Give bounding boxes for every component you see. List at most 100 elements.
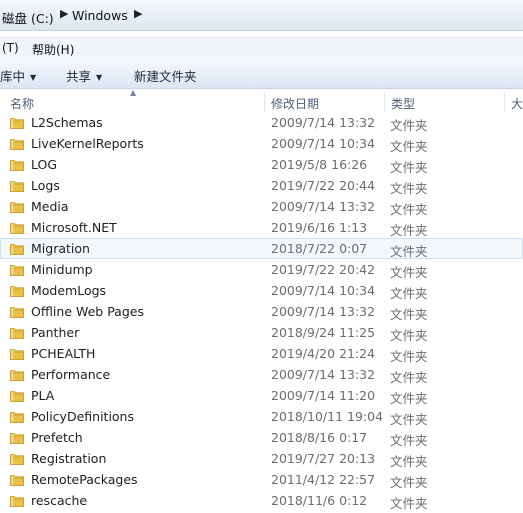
- include-in-library-button[interactable]: 库中 ▼: [0, 66, 36, 85]
- file-type: 文件夹: [390, 244, 428, 259]
- column-name-header[interactable]: 名称: [10, 95, 34, 112]
- file-row[interactable]: LiveKernelReports 2009/7/14 10:34 文件夹: [0, 133, 523, 154]
- file-modified-date: 2018/8/16 0:17: [271, 430, 368, 445]
- file-row[interactable]: L2Schemas 2009/7/14 13:32 文件夹: [0, 112, 523, 133]
- column-size-header[interactable]: 大: [511, 95, 523, 112]
- file-name[interactable]: Media: [31, 199, 69, 214]
- folder-icon: [10, 307, 24, 318]
- breadcrumb-drive[interactable]: 磁盘 (C:): [2, 8, 54, 27]
- folder-icon: [10, 202, 24, 213]
- file-name[interactable]: ModemLogs: [31, 283, 106, 298]
- file-modified-date: 2019/5/8 16:26: [271, 157, 368, 172]
- folder-icon: [10, 265, 24, 276]
- file-row[interactable]: Performance 2009/7/14 13:32 文件夹: [0, 364, 523, 385]
- file-row[interactable]: RemotePackages 2011/4/12 22:57 文件夹: [0, 469, 523, 490]
- file-type: 文件夹: [390, 307, 428, 322]
- column-header: ▲ 名称 修改日期 类型 大: [0, 88, 523, 112]
- chevron-down-icon: ▼: [96, 73, 103, 82]
- file-modified-date: 2018/7/22 0:07: [271, 241, 368, 256]
- breadcrumb-chevron-icon[interactable]: ▶: [134, 7, 142, 20]
- file-type: 文件夹: [390, 181, 428, 196]
- file-row[interactable]: Microsoft.NET 2019/6/16 1:13 文件夹: [0, 217, 523, 238]
- file-name[interactable]: Panther: [31, 325, 79, 340]
- file-name[interactable]: Logs: [31, 178, 60, 193]
- file-type: 文件夹: [390, 454, 428, 469]
- file-type: 文件夹: [390, 391, 428, 406]
- file-modified-date: 2011/4/12 22:57: [271, 472, 376, 487]
- breadcrumb-windows[interactable]: Windows: [72, 8, 128, 23]
- file-row[interactable]: Media 2009/7/14 13:32 文件夹: [0, 196, 523, 217]
- folder-icon: [10, 223, 24, 234]
- address-bar[interactable]: 磁盘 (C:) ▶ Windows ▶: [0, 0, 523, 31]
- file-name[interactable]: RemotePackages: [31, 472, 138, 487]
- file-name[interactable]: Performance: [31, 367, 110, 382]
- folder-icon: [10, 349, 24, 360]
- share-button[interactable]: 共享 ▼: [66, 66, 102, 85]
- file-modified-date: 2019/4/20 21:24: [271, 346, 376, 361]
- file-modified-date: 2018/11/6 0:12: [271, 493, 368, 508]
- file-modified-date: 2018/9/24 11:25: [271, 325, 376, 340]
- folder-icon: [10, 286, 24, 297]
- file-row[interactable]: LOG 2019/5/8 16:26 文件夹: [0, 154, 523, 175]
- file-name[interactable]: PolicyDefinitions: [31, 409, 134, 424]
- file-modified-date: 2019/7/27 20:13: [271, 451, 376, 466]
- file-name[interactable]: Offline Web Pages: [31, 304, 144, 319]
- file-row[interactable]: Migration 2018/7/22 0:07 文件夹: [0, 238, 523, 259]
- folder-icon: [10, 433, 24, 444]
- file-name[interactable]: LiveKernelReports: [31, 136, 144, 151]
- folder-icon: [10, 244, 24, 255]
- file-type: 文件夹: [390, 118, 428, 133]
- file-name[interactable]: Registration: [31, 451, 106, 466]
- sort-ascending-icon: ▲: [130, 88, 137, 97]
- file-type: 文件夹: [390, 328, 428, 343]
- column-type-header[interactable]: 类型: [391, 95, 415, 112]
- column-divider[interactable]: [264, 92, 265, 112]
- file-row[interactable]: Minidump 2019/7/22 20:42 文件夹: [0, 259, 523, 280]
- file-type: 文件夹: [390, 265, 428, 280]
- menu-tools[interactable]: (T): [2, 41, 19, 55]
- file-row[interactable]: Registration 2019/7/27 20:13 文件夹: [0, 448, 523, 469]
- file-name[interactable]: Microsoft.NET: [31, 220, 117, 235]
- file-type: 文件夹: [390, 139, 428, 154]
- file-name[interactable]: rescache: [31, 493, 87, 508]
- file-row[interactable]: rescache 2018/11/6 0:12 文件夹: [0, 490, 523, 511]
- folder-icon: [10, 160, 24, 171]
- file-name[interactable]: PCHEALTH: [31, 346, 95, 361]
- menu-help[interactable]: 帮助(H): [32, 41, 74, 58]
- file-row[interactable]: PCHEALTH 2019/4/20 21:24 文件夹: [0, 343, 523, 364]
- file-row[interactable]: Prefetch 2018/8/16 0:17 文件夹: [0, 427, 523, 448]
- folder-icon: [10, 391, 24, 402]
- share-label: 共享: [66, 69, 92, 84]
- file-name[interactable]: LOG: [31, 157, 57, 172]
- folder-icon: [10, 370, 24, 381]
- chevron-down-icon: ▼: [30, 73, 37, 82]
- file-row[interactable]: Logs 2019/7/22 20:44 文件夹: [0, 175, 523, 196]
- file-name[interactable]: Prefetch: [31, 430, 83, 445]
- file-name[interactable]: Migration: [31, 241, 90, 256]
- column-divider[interactable]: [504, 92, 505, 112]
- file-type: 文件夹: [390, 412, 428, 427]
- file-row[interactable]: ModemLogs 2009/7/14 10:34 文件夹: [0, 280, 523, 301]
- file-name[interactable]: PLA: [31, 388, 54, 403]
- file-list: L2Schemas 2009/7/14 13:32 文件夹 LiveKernelRep…: [0, 112, 523, 511]
- menu-bar: (T) 帮助(H): [0, 37, 523, 60]
- file-row[interactable]: Offline Web Pages 2009/7/14 13:32 文件夹: [0, 301, 523, 322]
- folder-icon: [10, 475, 24, 486]
- file-name[interactable]: Minidump: [31, 262, 93, 277]
- file-type: 文件夹: [390, 202, 428, 217]
- file-modified-date: 2009/7/14 13:32: [271, 304, 376, 319]
- file-row[interactable]: PolicyDefinitions 2018/10/11 19:04 文件夹: [0, 406, 523, 427]
- file-row[interactable]: PLA 2009/7/14 11:20 文件夹: [0, 385, 523, 406]
- file-modified-date: 2009/7/14 10:34: [271, 136, 376, 151]
- file-row[interactable]: Panther 2018/9/24 11:25 文件夹: [0, 322, 523, 343]
- breadcrumb-chevron-icon[interactable]: ▶: [60, 7, 68, 20]
- column-date-header[interactable]: 修改日期: [271, 95, 319, 112]
- folder-icon: [10, 181, 24, 192]
- file-modified-date: 2019/7/22 20:42: [271, 262, 376, 277]
- file-modified-date: 2009/7/14 13:32: [271, 115, 376, 130]
- column-divider[interactable]: [384, 92, 385, 112]
- file-name[interactable]: L2Schemas: [31, 115, 103, 130]
- file-modified-date: 2019/7/22 20:44: [271, 178, 376, 193]
- command-toolbar: 库中 ▼ 共享 ▼ 新建文件夹: [0, 59, 523, 89]
- new-folder-button[interactable]: 新建文件夹: [134, 66, 197, 85]
